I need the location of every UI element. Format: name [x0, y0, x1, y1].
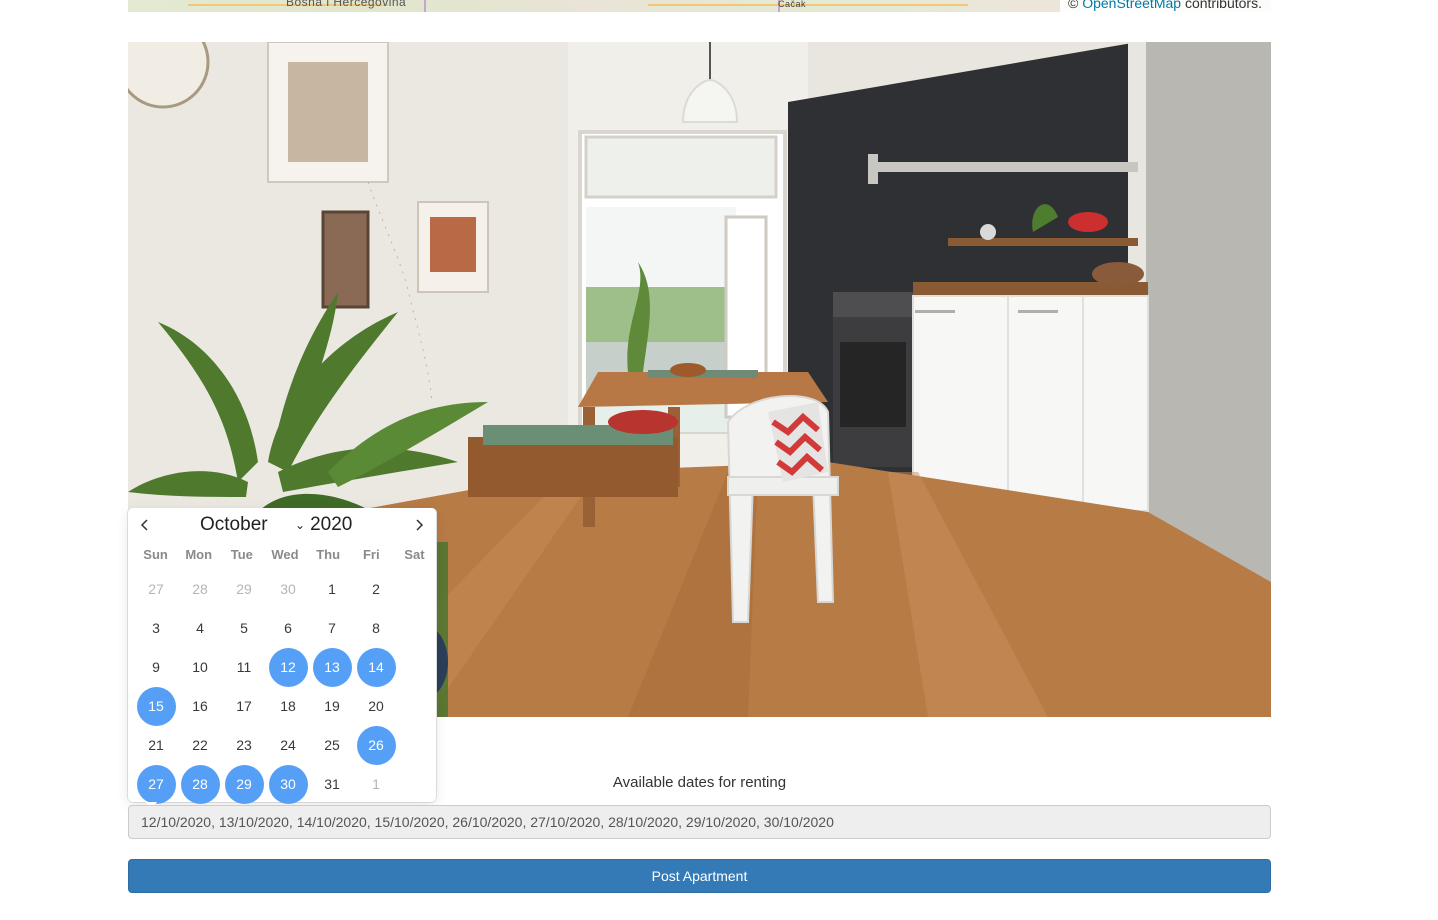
- calendar-day-selected[interactable]: 15: [136, 687, 176, 726]
- calendar-day[interactable]: 25: [313, 726, 352, 765]
- openstreetmap-link[interactable]: OpenStreetMap: [1082, 0, 1181, 11]
- post-apartment-button[interactable]: Post Apartment: [128, 859, 1271, 893]
- calendar-day[interactable]: 10: [181, 648, 220, 687]
- map-attribution: © OpenStreetMap contributors.: [1060, 0, 1271, 12]
- weekday-label: Thu: [316, 546, 341, 562]
- calendar-day[interactable]: 7: [313, 609, 352, 648]
- calendar-day[interactable]: 28: [181, 570, 220, 609]
- calendar-header: October ⌄ 2020: [128, 508, 436, 542]
- calendar-day[interactable]: 1: [313, 570, 352, 609]
- calendar-day[interactable]: 5: [225, 609, 264, 648]
- calendar-day-selected[interactable]: 12: [268, 648, 308, 687]
- chevron-left-icon: [140, 519, 148, 531]
- map-label-city: Čačak: [778, 0, 807, 9]
- calendar-day[interactable]: 21: [137, 726, 176, 765]
- map-road: [648, 4, 968, 6]
- calendar-days-grid: 27 28 29 30 1 2 3 4 5 6 7 8 9 10 11 12 13 14 15 16 17 18 19 20 2…: [128, 566, 436, 843]
- weekday-label: Mon: [185, 546, 213, 562]
- date-picker-popup: October ⌄ 2020 Sun Mon Tue Wed Thu Fri S…: [128, 508, 436, 831]
- calendar-day-selected[interactable]: 14: [356, 648, 396, 687]
- calendar-day[interactable]: 6: [269, 609, 308, 648]
- calendar-day[interactable]: 29: [225, 570, 264, 609]
- calendar-day[interactable]: 22: [181, 726, 220, 765]
- calendar-day[interactable]: 20: [357, 687, 396, 726]
- available-dates-input[interactable]: 12/10/2020, 13/10/2020, 14/10/2020, 15/1…: [128, 805, 1271, 839]
- calendar-day-selected[interactable]: 13: [312, 648, 352, 687]
- calendar-day-selected[interactable]: 26: [356, 726, 396, 765]
- calendar-day[interactable]: 18: [269, 687, 308, 726]
- attribution-suffix: contributors.: [1181, 0, 1262, 11]
- map-label-country: Bosna i Hercegovina: [286, 0, 407, 9]
- weekday-label: Fri: [362, 546, 380, 562]
- attribution-prefix: ©: [1068, 0, 1083, 11]
- month-year-selector: October ⌄ 2020: [200, 514, 352, 536]
- map-strip[interactable]: Bosna i Hercegovina Čačak © OpenStreetMa…: [128, 0, 1271, 12]
- chevron-down-icon[interactable]: ⌄: [295, 518, 305, 532]
- weekday-label: Wed: [271, 546, 299, 562]
- calendar-day[interactable]: 16: [181, 687, 220, 726]
- weekday-label: Tue: [230, 546, 253, 562]
- calendar-day[interactable]: 30: [269, 570, 308, 609]
- weekday-label: Sun: [143, 546, 168, 562]
- month-select[interactable]: October: [200, 514, 295, 536]
- year-input[interactable]: 2020: [310, 514, 352, 536]
- calendar-day[interactable]: 4: [181, 609, 220, 648]
- calendar-day[interactable]: 17: [225, 687, 264, 726]
- calendar-day[interactable]: 27: [137, 570, 176, 609]
- calendar-day[interactable]: 24: [269, 726, 308, 765]
- calendar-day[interactable]: 19: [313, 687, 352, 726]
- calendar-day[interactable]: 2: [357, 570, 396, 609]
- next-month-button[interactable]: [408, 514, 430, 536]
- weekday-header: Sun Mon Tue Wed Thu Fri Sat: [128, 542, 436, 566]
- prev-month-button[interactable]: [134, 514, 156, 536]
- calendar-day[interactable]: 11: [225, 648, 264, 687]
- calendar-day[interactable]: 23: [225, 726, 264, 765]
- calendar-day[interactable]: 9: [137, 648, 176, 687]
- weekday-label: Sat: [404, 546, 425, 562]
- map-border: [424, 0, 426, 12]
- available-dates-label: Available dates for renting: [612, 774, 787, 791]
- chevron-right-icon: [416, 519, 424, 531]
- calendar-day[interactable]: 3: [137, 609, 176, 648]
- calendar-day[interactable]: 8: [357, 609, 396, 648]
